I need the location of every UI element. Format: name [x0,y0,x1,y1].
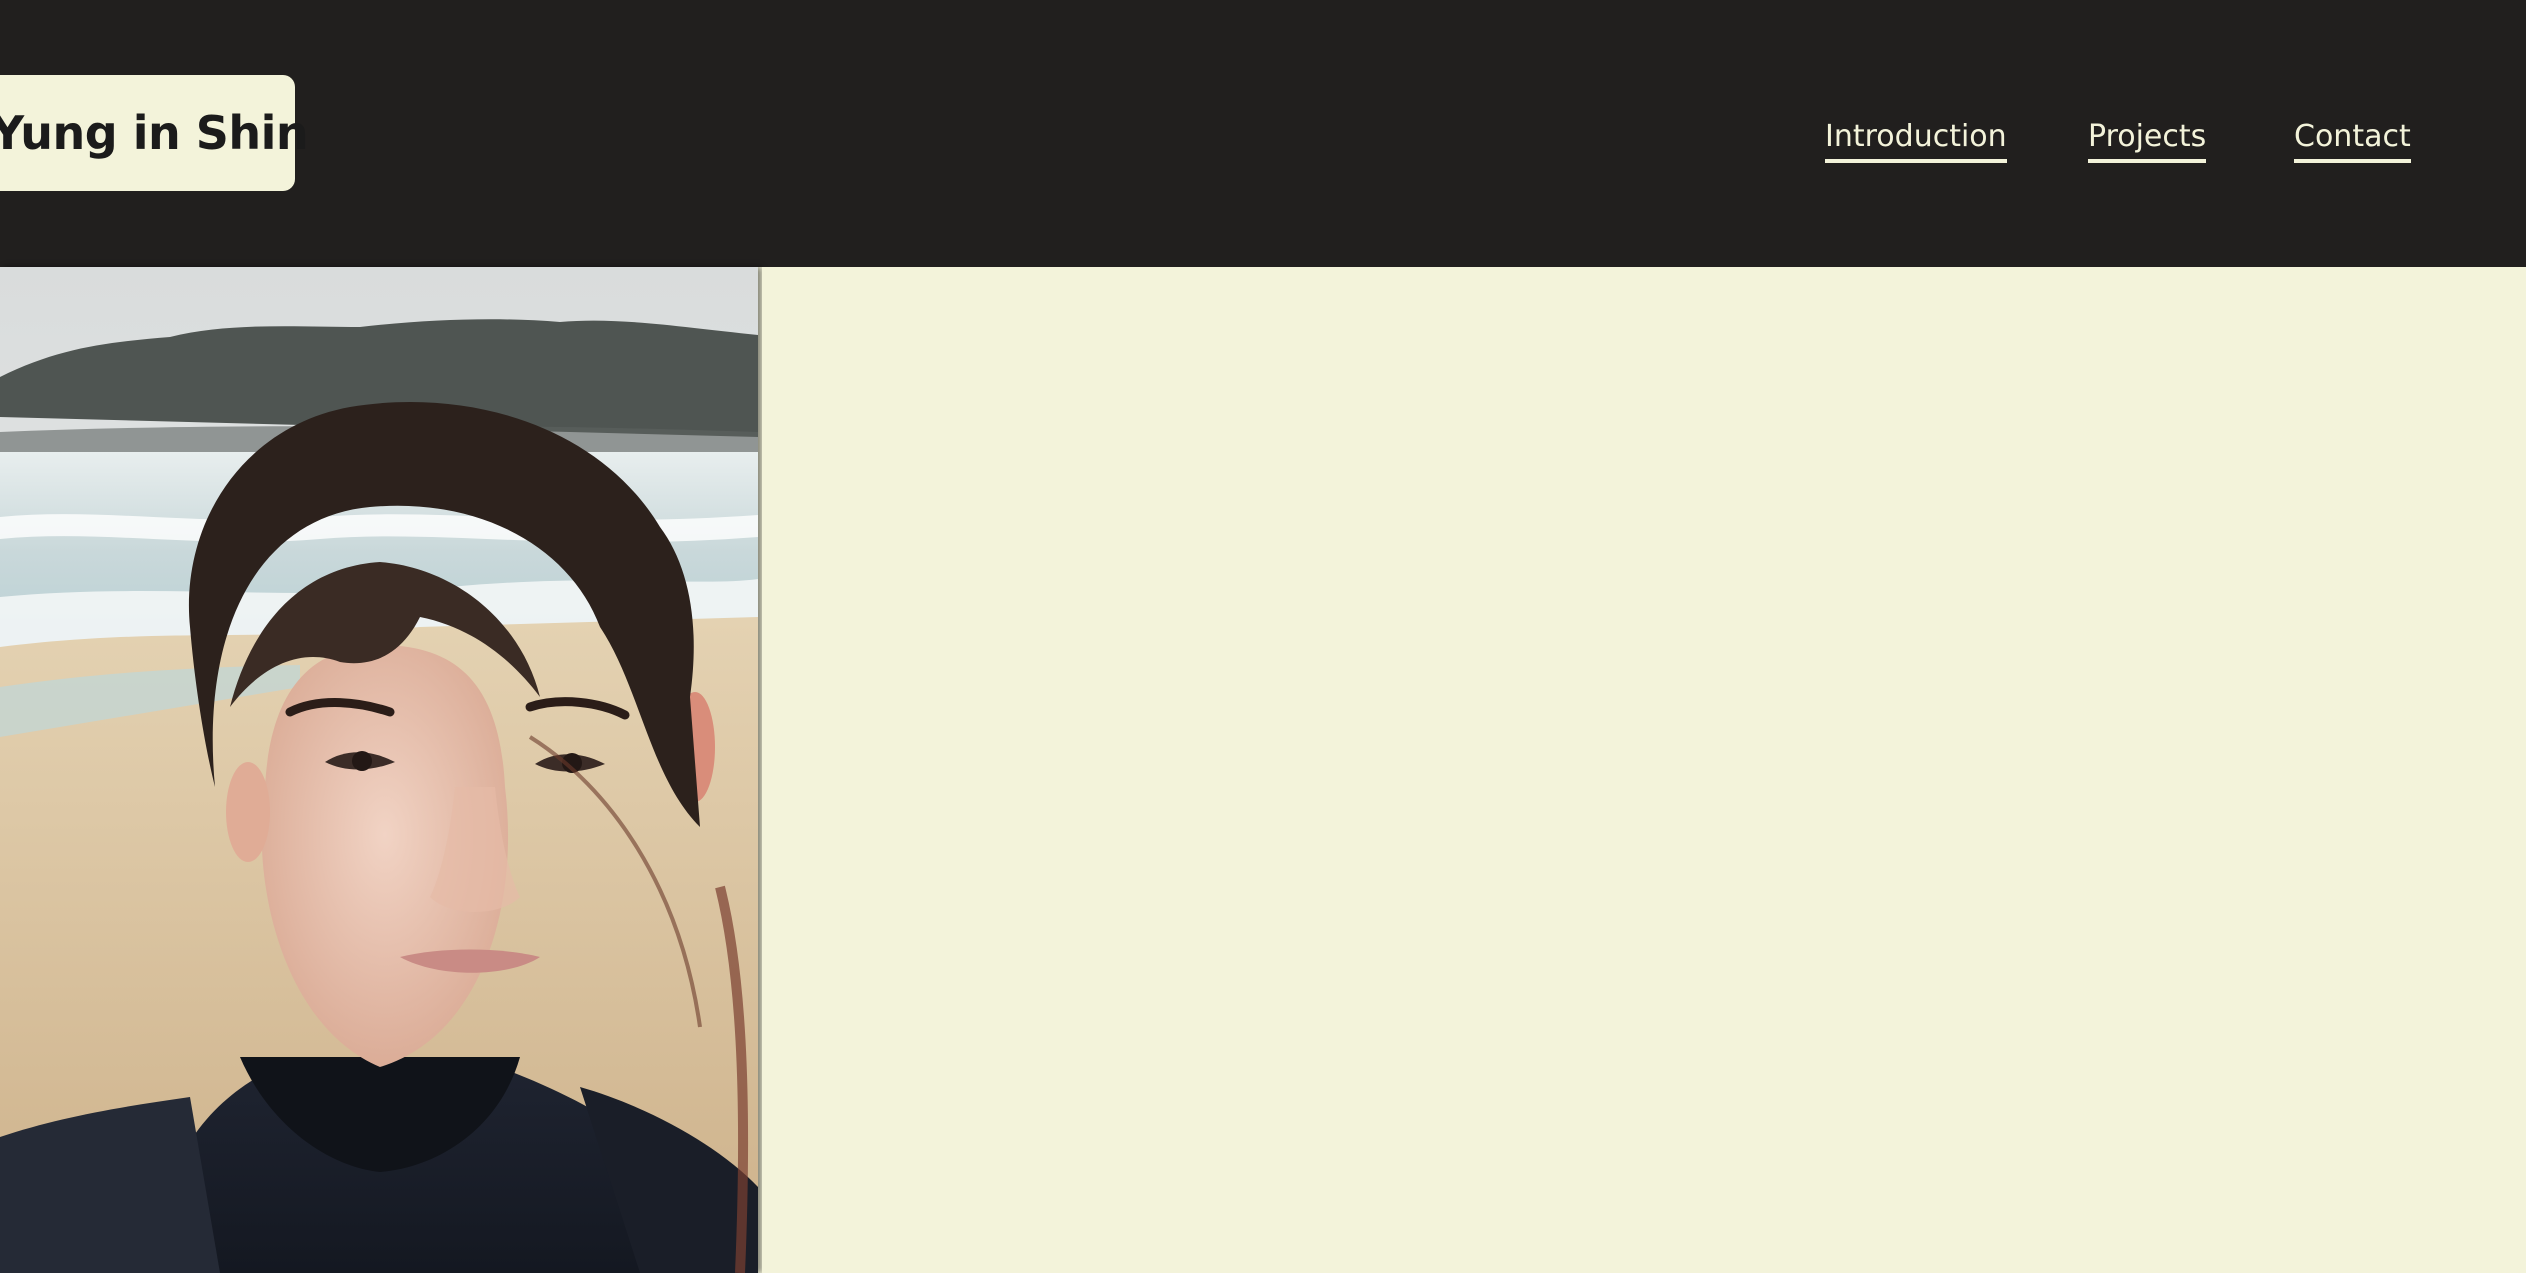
site-title: Yung in Shin [0,106,309,160]
site-logo[interactable]: Yung in Shin [0,75,309,191]
site-header: Yung in Shin Introduction Projects Conta… [0,0,2526,267]
nav-link-projects[interactable]: Projects [2088,117,2207,163]
nav-link-introduction[interactable]: Introduction [1825,117,2007,163]
profile-photo [0,267,758,1273]
nav-link-contact[interactable]: Contact [2294,117,2411,163]
main-content [762,267,2526,1273]
portrait-photo-icon [0,267,758,1273]
